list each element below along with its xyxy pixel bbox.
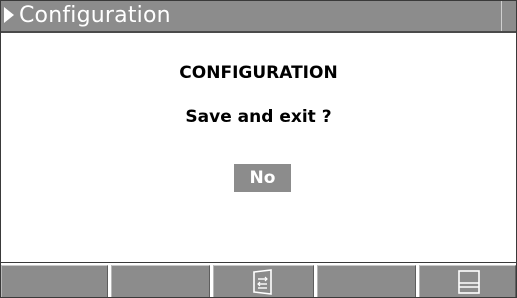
title-bar: Configuration	[1, 1, 516, 33]
exit-panel-icon	[458, 270, 480, 294]
answer-option-button[interactable]: No	[234, 164, 291, 192]
softkey-3[interactable]	[213, 265, 314, 297]
toggle-select-icon	[253, 269, 272, 295]
device-screen: Configuration CONFIGURATION Save and exi…	[0, 0, 517, 298]
softkey-2[interactable]	[111, 265, 210, 297]
title-divider	[501, 1, 502, 31]
dialog-heading: CONFIGURATION	[179, 63, 338, 83]
save-exit-prompt: Save and exit ?	[185, 107, 332, 127]
softkey-bar	[1, 265, 516, 297]
softkey-5[interactable]	[419, 265, 516, 297]
softkey-4[interactable]	[317, 265, 416, 297]
softkey-1[interactable]	[1, 265, 108, 297]
softkey-divider	[1, 262, 516, 263]
window-title: Configuration	[19, 3, 171, 28]
title-arrow-icon	[4, 7, 14, 23]
